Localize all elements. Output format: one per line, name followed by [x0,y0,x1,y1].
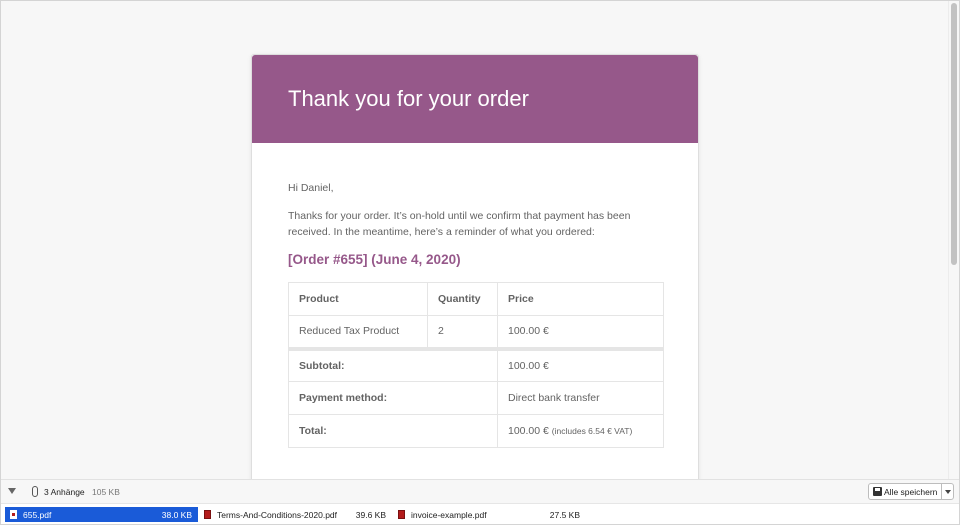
subtotal-label: Subtotal: [288,346,498,382]
column-header-quantity: Quantity [427,282,498,316]
vat-note: (includes 6.54 € VAT) [551,426,633,436]
attachment-name: 655.pdf [23,509,52,520]
attachment-total-size: 105 KB [92,487,120,497]
attachment-item-655[interactable]: 655.pdf 38.0 KB [5,507,198,522]
attachment-list: 655.pdf 38.0 KB Terms-And-Conditions-202… [1,503,959,524]
email-body: Hi Daniel, Thanks for your order. It’s o… [252,143,698,448]
save-icon [873,487,882,496]
item-quantity: 2 [427,315,498,349]
payment-method-label: Payment method: [288,381,498,415]
greeting: Hi Daniel, [288,182,334,194]
table-header-row: Product Quantity Price [288,282,664,316]
pdf-file-icon [204,510,211,519]
order-heading-link[interactable]: [Order #655] (June 4, 2020) [288,252,662,268]
payment-method-value: Direct bank transfer [497,381,664,415]
attachment-size: 39.6 KB [355,509,386,520]
total-label: Total: [288,414,498,448]
attachment-bar: 3 Anhänge 105 KB Alle speichern [1,479,959,503]
item-price: 100.00 € [497,315,664,349]
subtotal-value: 100.00 € [497,346,664,382]
scrollbar-thumb[interactable] [951,3,957,265]
attachment-name: invoice-example.pdf [411,509,487,520]
email-card: Thank you for your order Hi Daniel, Than… [251,54,699,479]
order-table: Product Quantity Price Reduced Tax Produ… [288,282,664,448]
attachment-size: 38.0 KB [161,509,192,520]
attachment-item-invoice[interactable]: invoice-example.pdf 27.5 KB [393,507,586,522]
email-title: Thank you for your order [288,86,529,111]
payment-method-row: Payment method: Direct bank transfer [288,381,664,415]
total-value: 100.00 € [508,425,549,437]
vertical-scrollbar[interactable] [948,1,958,479]
table-row: Reduced Tax Product 2 100.00 € [288,315,664,349]
column-header-product: Product [288,282,428,316]
pdf-file-icon [398,510,405,519]
save-all-label: Alle speichern [884,486,938,497]
attachment-name: Terms-And-Conditions-2020.pdf [217,509,338,520]
column-header-price: Price [497,282,664,316]
item-product: Reduced Tax Product [288,315,428,349]
total-cell: 100.00 € (includes 6.54 € VAT) [497,414,664,448]
attachment-size: 27.5 KB [549,509,580,520]
attachment-count: 3 Anhänge [44,487,85,497]
paperclip-icon [32,486,38,497]
pdf-file-icon [10,510,17,519]
intro-text: Thanks for your order. It’s on-hold unti… [288,210,631,238]
chevron-down-icon[interactable] [941,484,953,499]
attachment-item-terms[interactable]: Terms-And-Conditions-2020.pdf 39.6 KB [199,507,392,522]
collapse-triangle-icon[interactable] [8,488,16,494]
email-header: Thank you for your order [252,55,698,143]
subtotal-row: Subtotal: 100.00 € [288,346,664,382]
total-row: Total: 100.00 € (includes 6.54 € VAT) [288,414,664,448]
message-view: Thank you for your order Hi Daniel, Than… [1,1,959,479]
save-all-button[interactable]: Alle speichern [868,483,954,500]
